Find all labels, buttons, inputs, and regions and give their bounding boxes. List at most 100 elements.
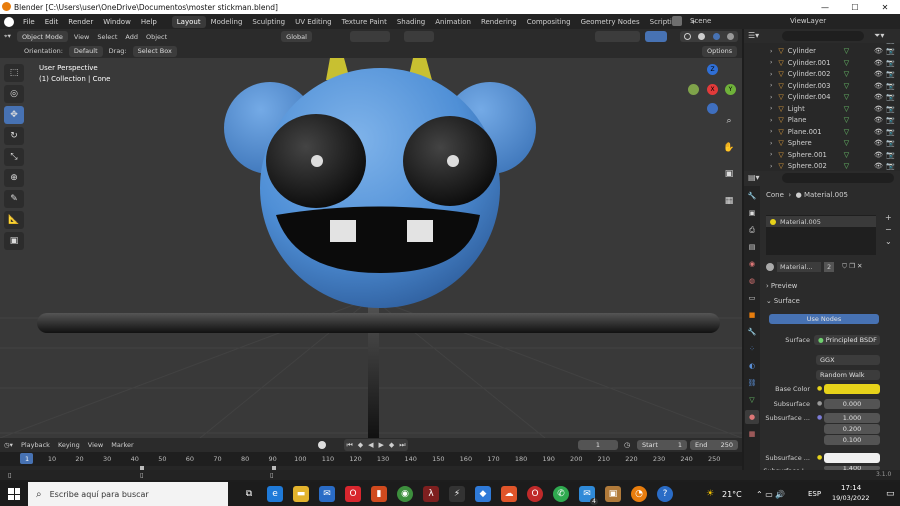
visibility-eye-icon[interactable]: 👁 (874, 70, 883, 78)
weather-temp[interactable]: 21°C (722, 490, 742, 499)
end-frame-field[interactable]: End 250 (690, 440, 738, 450)
timeline-ruler[interactable]: 1 10 20 30 40 50 60 70 80 90 100 110 120 130 140 150 160… (0, 452, 742, 466)
tab-shading[interactable]: Shading (392, 16, 430, 28)
material-slot-list[interactable]: Material.005 (766, 215, 876, 255)
snap-pivot-icon[interactable] (350, 31, 390, 42)
file-explorer-icon[interactable]: ▬ (293, 486, 309, 502)
preview-panel-header[interactable]: › Preview (766, 280, 896, 292)
expand-arrow-icon[interactable]: › (770, 59, 772, 66)
gizmo-x-axis[interactable]: X (707, 84, 718, 95)
zoom-icon[interactable]: ⌕ (726, 116, 731, 126)
slot-menu-icon[interactable]: ⌄ (885, 237, 892, 246)
menu-file[interactable]: File (18, 18, 40, 26)
taskbar-search[interactable]: ⌕ Escribe aquí para buscar (28, 482, 228, 506)
tab-layout[interactable]: Layout (171, 15, 206, 28)
timeline-view-menu[interactable]: View (88, 441, 103, 449)
scale-tool-icon[interactable]: ⤡ (4, 148, 24, 166)
gizmo-neg-z[interactable] (707, 103, 718, 114)
texture-tab-icon[interactable]: ▦ (745, 427, 759, 441)
collection-tab-icon[interactable]: ▭ (745, 291, 759, 305)
material-preview-icon[interactable] (712, 33, 720, 40)
prev-key-icon[interactable]: ◆ (358, 441, 363, 449)
office-icon[interactable]: ▮ (371, 486, 387, 502)
tab-rendering[interactable]: Rendering (476, 16, 522, 28)
tab-texture-paint[interactable]: Texture Paint (337, 16, 392, 28)
subsurface-method-select[interactable]: Random Walk (816, 370, 880, 380)
visibility-eye-icon[interactable]: 👁 (874, 162, 883, 170)
expand-arrow-icon[interactable]: › (770, 48, 772, 55)
move-tool-icon[interactable]: ✥ (4, 106, 24, 124)
properties-search-input[interactable] (782, 173, 894, 183)
menu-window[interactable]: Window (98, 18, 136, 26)
visibility-eye-icon[interactable]: 👁 (874, 128, 883, 136)
play-reverse-icon[interactable]: ◀ (368, 441, 373, 449)
visibility-eye-icon[interactable]: 👁 (874, 116, 883, 124)
menu-render[interactable]: Render (63, 18, 98, 26)
scene-name[interactable]: Scene (690, 17, 711, 25)
render-camera-icon[interactable]: 📷 (886, 47, 895, 55)
material-datablock[interactable]: Material... 2 ⛉ ❐ ✕ (766, 261, 896, 272)
visibility-eye-icon[interactable]: 👁 (874, 47, 883, 55)
expand-arrow-icon[interactable]: › (770, 82, 772, 89)
radius-x-field[interactable]: 1.000 (824, 413, 880, 423)
clock-date[interactable]: 19/03/2022 (832, 494, 869, 502)
record-icon[interactable] (318, 441, 326, 449)
data-tab-icon[interactable]: ▽ (745, 393, 759, 407)
tab-compositing[interactable]: Compositing (522, 16, 576, 28)
dropbox-icon[interactable]: ◆ (475, 486, 491, 502)
base-color-socket-icon[interactable]: ● (817, 385, 822, 392)
radius-socket-icon[interactable]: ● (817, 414, 822, 421)
outliner-row[interactable]: › ▽ Cylinder.004 ▽ 👁 📷 (744, 92, 900, 104)
pan-hand-icon[interactable]: ✋ (723, 143, 734, 153)
proportional-edit-icon[interactable] (404, 31, 434, 42)
render-tab-icon[interactable]: ▣ (745, 206, 759, 220)
visibility-eye-icon[interactable]: 👁 (874, 82, 883, 90)
orientation-select[interactable]: Default (68, 45, 103, 57)
expand-arrow-icon[interactable]: › (770, 71, 772, 78)
outliner-search-input[interactable] (782, 31, 864, 41)
notifications-icon[interactable]: ▭ (886, 489, 895, 499)
surface-panel-header[interactable]: ⌄ Surface (766, 295, 896, 307)
radius-z-field[interactable]: 0.100 (824, 435, 880, 445)
modifier-tab-icon[interactable]: 🔧 (745, 325, 759, 339)
expand-arrow-icon[interactable]: › (770, 105, 772, 112)
render-camera-icon[interactable]: 📷 (886, 128, 895, 136)
expand-arrow-icon[interactable]: › (770, 94, 772, 101)
render-camera-icon[interactable]: 📷 (886, 59, 895, 67)
menu-edit[interactable]: Edit (40, 18, 64, 26)
jump-start-icon[interactable]: ⏮ (346, 441, 352, 450)
task-view-icon[interactable]: ⧉ (241, 486, 257, 502)
current-frame-field[interactable]: 1 (578, 440, 618, 450)
subsurface-socket-icon[interactable]: ● (817, 400, 822, 407)
mode-select[interactable]: Object Mode (16, 31, 68, 42)
half-life-icon[interactable]: λ (423, 486, 439, 502)
visibility-eye-icon[interactable]: 👁 (874, 105, 883, 113)
opera-gx-icon[interactable]: O (527, 486, 543, 502)
timeline-editor-icon[interactable]: ◷▾ (4, 441, 13, 449)
options-button[interactable]: Options (702, 45, 738, 57)
properties-editor-icon[interactable]: ▤▾ (748, 173, 760, 182)
view-layer-name[interactable]: ViewLayer (790, 17, 826, 25)
world-tab-icon[interactable]: ◍ (745, 274, 759, 288)
particles-tab-icon[interactable]: ⁘ (745, 342, 759, 356)
tab-sculpting[interactable]: Sculpting (247, 16, 290, 28)
language-indicator[interactable]: ESP (808, 490, 821, 498)
menu-help[interactable]: Help (136, 18, 162, 26)
visibility-eye-icon[interactable]: 👁 (874, 139, 883, 147)
drag-select[interactable]: Select Box (132, 45, 177, 57)
cursor-tool-icon[interactable]: ◎ (4, 85, 24, 103)
overlay-toggle-icon[interactable] (645, 31, 667, 42)
shading-mode-group[interactable] (680, 31, 738, 42)
add-cube-tool-icon[interactable]: ▣ (4, 232, 24, 250)
render-camera-icon[interactable]: 📷 (886, 139, 895, 147)
constraints-tab-icon[interactable]: ⛓ (745, 376, 759, 390)
camera-view-icon[interactable]: ▣ (725, 169, 734, 179)
render-camera-icon[interactable]: 📷 (886, 82, 895, 90)
cloud-app-icon[interactable]: ☁ (501, 486, 517, 502)
tab-animation[interactable]: Animation (430, 16, 476, 28)
gizmo-z-axis[interactable]: Z (707, 64, 718, 75)
box-app-icon[interactable]: ▣ (605, 486, 621, 502)
3d-viewport[interactable]: User Perspective (1) Collection | Cone Z… (0, 58, 742, 438)
marker-menu[interactable]: Marker (111, 441, 133, 449)
outliner-row[interactable]: › ▽ Light ▽ 👁 📷 (744, 103, 900, 115)
